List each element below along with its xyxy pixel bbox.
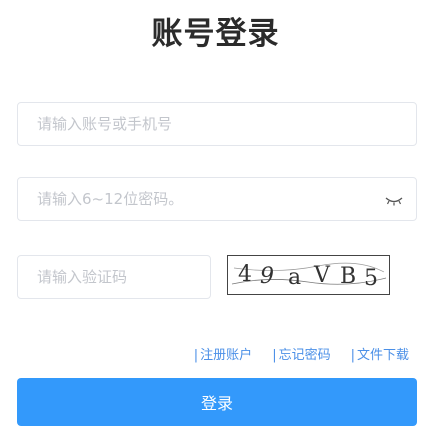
page-title: 账号登录 bbox=[151, 16, 280, 52]
file-download-link-label: 文件下载 bbox=[356, 348, 409, 363]
captcha-input[interactable] bbox=[37, 256, 197, 298]
username-field[interactable] bbox=[17, 102, 417, 146]
eye-closed-icon[interactable] bbox=[384, 192, 404, 206]
captcha-char: V bbox=[313, 263, 331, 288]
register-link[interactable]: | 注册账户 bbox=[194, 344, 252, 364]
auxiliary-links: | 注册账户 | 忘记密码 | 文件下载 bbox=[194, 344, 409, 364]
captcha-image[interactable]: 4 9 a V B 5 bbox=[227, 255, 390, 295]
file-download-link[interactable]: | 文件下载 bbox=[351, 344, 409, 364]
captcha-char: 5 bbox=[364, 266, 378, 291]
register-link-label: 注册账户 bbox=[200, 348, 253, 363]
login-button[interactable]: 登录 bbox=[17, 378, 417, 426]
username-input[interactable] bbox=[37, 103, 367, 145]
captcha-char: a bbox=[288, 265, 301, 290]
captcha-char: B bbox=[340, 264, 356, 289]
captcha-char: 4 bbox=[238, 262, 252, 287]
captcha-char: 9 bbox=[260, 264, 274, 289]
password-field[interactable] bbox=[17, 177, 417, 221]
password-input[interactable] bbox=[37, 178, 367, 220]
forgot-password-link[interactable]: | 忘记密码 bbox=[272, 344, 330, 364]
captcha-field[interactable] bbox=[17, 255, 211, 299]
forgot-password-link-label: 忘记密码 bbox=[278, 348, 331, 363]
